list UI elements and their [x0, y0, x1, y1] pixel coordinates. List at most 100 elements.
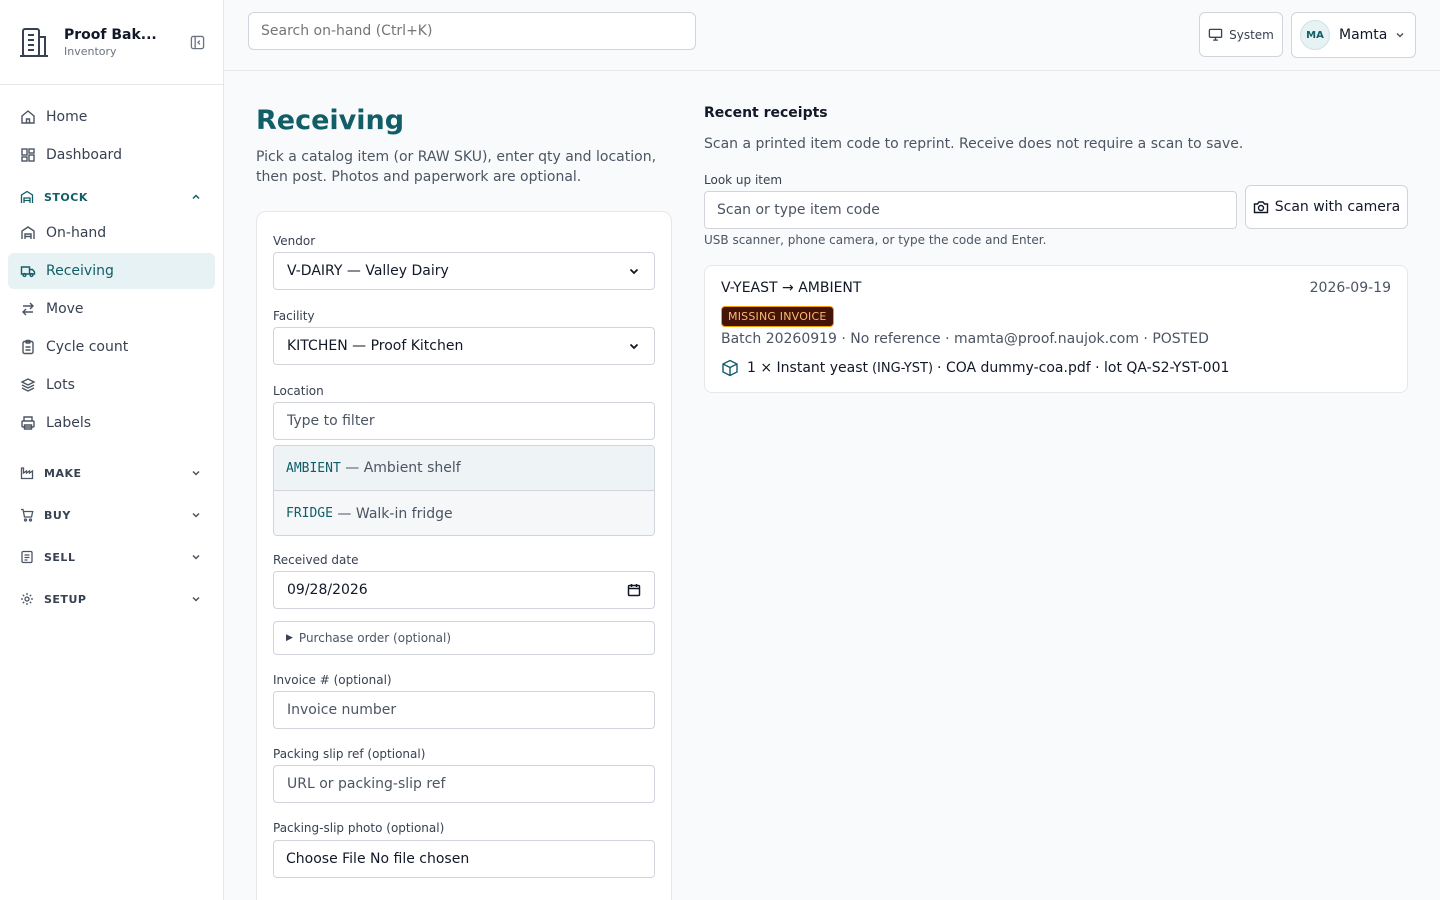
receipt-icon	[20, 550, 34, 564]
calendar-icon[interactable]	[627, 583, 641, 597]
chevron-up-icon	[189, 190, 203, 204]
location-name: — Ambient shelf	[345, 460, 461, 476]
sidebar-item-label: Move	[46, 301, 84, 317]
chevron-down-icon	[1393, 28, 1407, 42]
sidebar-item-on-hand[interactable]: On-hand	[8, 215, 215, 251]
theme-label: System	[1229, 27, 1274, 42]
section-label: MAKE	[44, 466, 82, 480]
section-make[interactable]: MAKE	[8, 455, 215, 491]
main-content: Receiving Pick a catalog item (or RAW SK…	[224, 71, 1440, 900]
packing-photo-file-input[interactable]: Choose File No file chosen	[273, 840, 655, 878]
line-qty: 1 × Instant yeast	[747, 360, 868, 376]
receipt-date: 2026-09-19	[1309, 280, 1391, 296]
chevron-down-icon	[189, 550, 203, 564]
monitor-icon	[1208, 27, 1223, 42]
theme-button[interactable]: System	[1199, 12, 1283, 57]
avatar: MA	[1300, 20, 1330, 50]
packing-photo-value: Choose File No file chosen	[286, 851, 470, 867]
layers-icon	[20, 377, 36, 393]
warehouse-icon	[20, 190, 34, 204]
sidebar-item-label: On-hand	[46, 225, 107, 241]
sidebar-item-label: Lots	[46, 377, 75, 393]
section-setup[interactable]: SETUP	[8, 581, 215, 617]
building-icon	[16, 24, 52, 60]
package-icon	[721, 359, 739, 377]
section-label: SETUP	[44, 592, 87, 606]
arrows-exchange-icon	[20, 301, 36, 317]
chevron-down-icon	[189, 466, 203, 480]
invoice-placeholder: Invoice number	[287, 702, 397, 718]
dashboard-icon	[20, 147, 36, 163]
user-name: Mamta	[1339, 27, 1388, 43]
facility-label: Facility	[273, 309, 315, 323]
section-stock[interactable]: STOCK	[8, 179, 215, 215]
receiving-form: Vendor V-DAIRY — Valley Dairy Facility K…	[256, 211, 672, 900]
lookup-item-input[interactable]: Scan or type item code	[704, 191, 1237, 229]
factory-icon	[20, 466, 34, 480]
section-buy[interactable]: BUY	[8, 497, 215, 533]
purchase-order-toggle[interactable]: ▶ Purchase order (optional)	[273, 621, 655, 655]
cart-icon	[20, 508, 34, 522]
received-date-input[interactable]: 09/28/2026	[273, 571, 655, 609]
facility-select[interactable]: KITCHEN — Proof Kitchen	[273, 327, 655, 365]
recent-receipts-title: Recent receipts	[704, 105, 828, 121]
sidebar-item-labels[interactable]: Labels	[8, 405, 215, 441]
packing-ref-input[interactable]: URL or packing-slip ref	[273, 765, 655, 803]
line-details: · COA dummy-coa.pdf · lot QA-S2-YST-001	[937, 360, 1230, 376]
brand-subtitle: Inventory	[64, 44, 117, 58]
chevron-down-icon	[189, 508, 203, 522]
receipt-route: V-YEAST → AMBIENT	[721, 280, 862, 296]
sidebar-item-cycle-count[interactable]: Cycle count	[8, 329, 215, 365]
location-label: Location	[273, 384, 324, 398]
receipt-line-item: 1 × Instant yeast (ING-YST) · COA dummy-…	[721, 359, 1229, 377]
sidebar-item-move[interactable]: Move	[8, 291, 215, 327]
line-sku: (ING-YST)	[871, 360, 934, 376]
location-option-ambient[interactable]: AMBIENT — Ambient shelf	[274, 446, 654, 491]
chevron-down-icon	[627, 264, 641, 278]
sidebar-item-dashboard[interactable]: Dashboard	[8, 137, 215, 173]
scan-with-camera-button[interactable]: Scan with camera	[1245, 185, 1408, 229]
scan-button-label: Scan with camera	[1274, 199, 1401, 215]
collapse-sidebar-icon[interactable]	[187, 32, 207, 52]
caret-right-icon: ▶	[286, 633, 293, 643]
received-date-label: Received date	[273, 553, 359, 567]
search-input[interactable]	[248, 12, 696, 50]
facility-value: KITCHEN — Proof Kitchen	[287, 338, 464, 354]
chevron-down-icon	[189, 592, 203, 606]
receipt-card[interactable]: V-YEAST → AMBIENT 2026-09-19 MISSING INV…	[704, 265, 1408, 393]
status-badge: MISSING INVOICE	[721, 306, 834, 327]
brand-header: Proof Bak... Inventory	[0, 0, 223, 85]
sidebar-item-home[interactable]: Home	[8, 99, 215, 135]
lookup-placeholder: Scan or type item code	[717, 202, 880, 218]
sidebar-nav: Home Dashboard STOCK On-hand Receiving M…	[0, 85, 223, 625]
page-title: Receiving	[256, 105, 405, 136]
location-option-fridge[interactable]: FRIDGE — Walk-in fridge	[274, 491, 654, 535]
recent-receipts-description: Scan a printed item code to reprint. Rec…	[704, 136, 1244, 152]
sidebar-item-label: Cycle count	[46, 339, 129, 355]
location-code: FRIDGE	[286, 506, 333, 521]
sidebar-item-label: Home	[46, 109, 88, 125]
user-menu-button[interactable]: MA Mamta	[1291, 12, 1416, 58]
sidebar-item-lots[interactable]: Lots	[8, 367, 215, 403]
page-description: Pick a catalog item (or RAW SKU), enter …	[256, 149, 657, 185]
location-filter-input[interactable]: Type to filter	[273, 402, 655, 440]
sidebar-item-label: Dashboard	[46, 147, 122, 163]
topbar: System MA Mamta	[224, 0, 1440, 71]
invoice-input[interactable]: Invoice number	[273, 691, 655, 729]
location-placeholder: Type to filter	[287, 413, 375, 429]
packing-photo-label: Packing-slip photo (optional)	[273, 821, 445, 835]
sidebar-item-label: Receiving	[46, 263, 114, 279]
received-date-value: 09/28/2026	[287, 582, 368, 598]
section-sell[interactable]: SELL	[8, 539, 215, 575]
purchase-order-label: Purchase order (optional)	[298, 631, 452, 645]
vendor-value: V-DAIRY — Valley Dairy	[287, 263, 449, 279]
sidebar-item-label: Labels	[46, 415, 92, 431]
truck-icon	[20, 263, 36, 279]
vendor-select[interactable]: V-DAIRY — Valley Dairy	[273, 252, 655, 290]
sidebar-item-receiving[interactable]: Receiving	[8, 253, 215, 289]
receipt-meta: Batch 20260919 · No reference · mamta@pr…	[721, 331, 1209, 347]
printer-icon	[20, 415, 36, 431]
lookup-hint: USB scanner, phone camera, or type the c…	[704, 233, 1047, 247]
location-name: — Walk-in fridge	[337, 505, 453, 522]
section-label: BUY	[44, 508, 71, 522]
